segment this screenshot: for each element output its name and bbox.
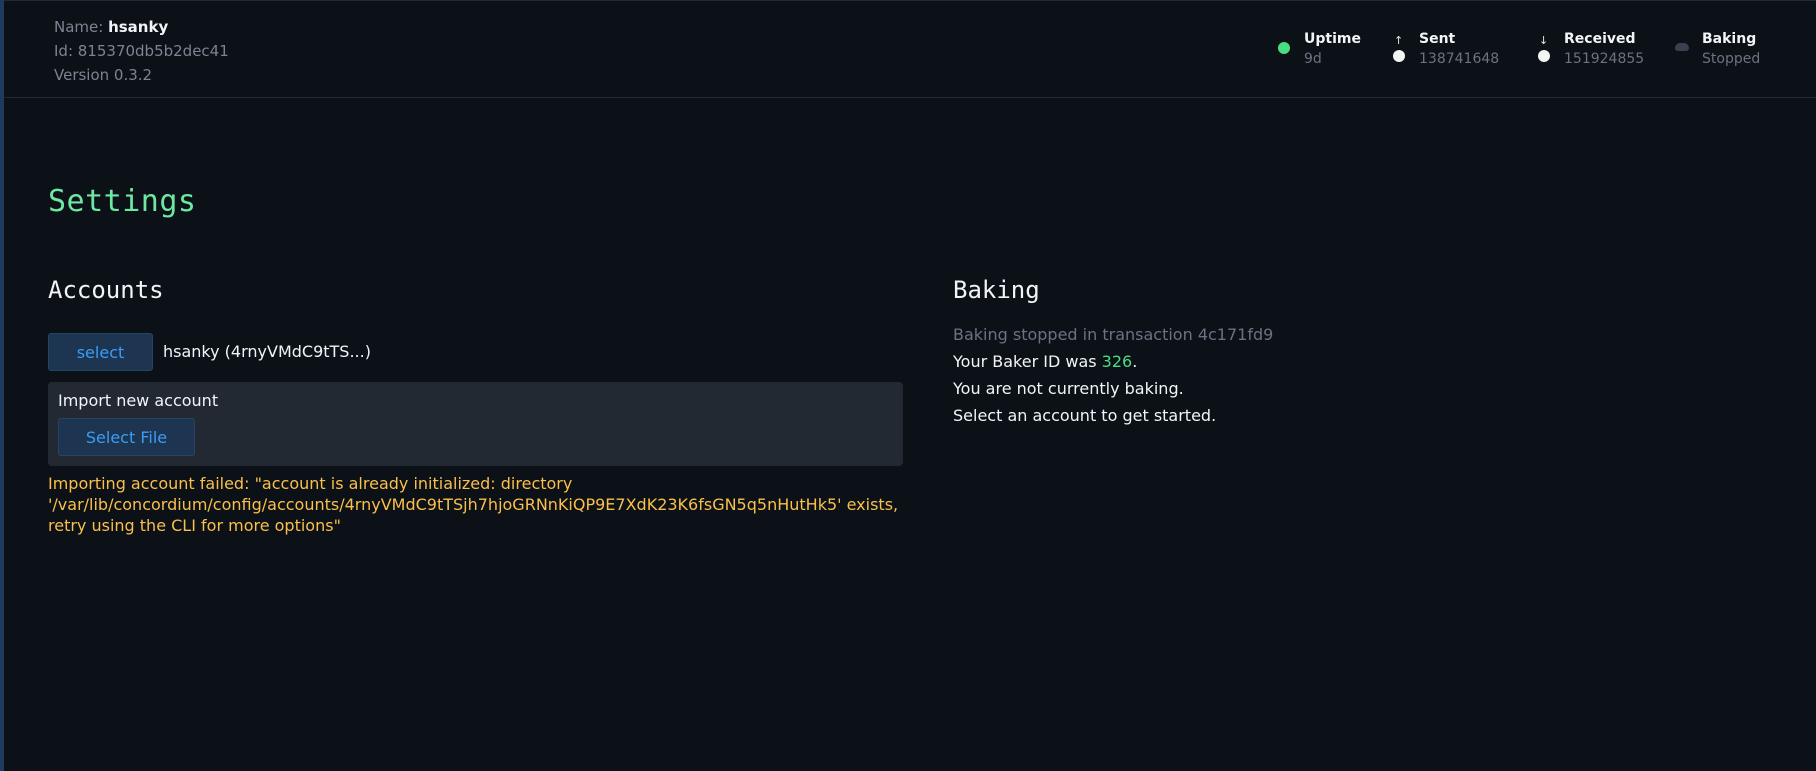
app-window: Name: hsanky Id: 815370db5b2dec41 Versio… [0, 0, 1816, 771]
baker-id-line: Your Baker ID was 326. [953, 348, 1273, 375]
stat-received-label: Received [1564, 31, 1636, 47]
baker-id-value: 326 [1101, 352, 1133, 371]
baking-info: Baking stopped in transaction 4c171fd9 Y… [953, 321, 1273, 429]
received-status-icon: ↓ [1536, 27, 1552, 67]
baker-id-suffix: . [1132, 352, 1138, 371]
node-name-label: Name: [54, 18, 109, 36]
baking-status-icon [1674, 27, 1690, 67]
node-version: Version 0.3.2 [54, 66, 153, 84]
node-stats: Uptime 9d ↑ Sent 138741648 ↓ Received 15 [1276, 27, 1796, 77]
import-account-title: Import new account [58, 391, 219, 410]
stat-sent-value: 138741648 [1419, 51, 1500, 67]
import-error-message: Importing account failed: "account is al… [48, 474, 899, 535]
cloud-icon [1675, 43, 1689, 51]
sent-dot-icon [1393, 50, 1405, 62]
node-header: Name: hsanky Id: 815370db5b2dec41 Versio… [4, 0, 1816, 98]
node-id: Id: 815370db5b2dec41 [54, 42, 229, 60]
arrow-up-icon: ↑ [1394, 34, 1404, 47]
stat-uptime-label: Uptime [1304, 31, 1361, 47]
baking-section-title: Baking [953, 276, 1040, 304]
green-status-dot-icon [1278, 42, 1290, 54]
stat-baking-label: Baking [1702, 31, 1757, 47]
stat-uptime-value: 9d [1304, 51, 1322, 67]
node-name-row: Name: hsanky [54, 15, 229, 39]
accounts-section-title: Accounts [48, 276, 164, 304]
import-account-panel: Import new account Select File [48, 382, 903, 466]
stat-received: ↓ Received 151924855 [1536, 27, 1666, 75]
stat-baking: Baking Stopped [1674, 27, 1784, 75]
stat-sent: ↑ Sent 138741648 [1391, 27, 1521, 75]
arrow-down-icon: ↓ [1539, 34, 1549, 47]
not-baking-text: You are not currently baking. [953, 379, 1184, 398]
stat-received-value: 151924855 [1564, 51, 1645, 67]
sent-status-icon: ↑ [1391, 27, 1407, 67]
select-file-button[interactable]: Select File [58, 418, 195, 456]
stat-sent-label: Sent [1419, 31, 1456, 47]
stat-baking-value: Stopped [1702, 51, 1761, 67]
page-title: Settings [48, 184, 197, 219]
node-info: Name: hsanky Id: 815370db5b2dec41 Versio… [54, 15, 229, 87]
get-started-text: Select an account to get started. [953, 406, 1217, 425]
selected-account-label: hsanky (4rnyVMdC9tTS...) [163, 342, 371, 361]
node-name-value: hsanky [108, 18, 169, 36]
select-account-button[interactable]: select [48, 333, 153, 371]
baker-id-prefix: Your Baker ID was [953, 352, 1102, 371]
baking-status-line: Baking stopped in transaction 4c171fd9 [953, 325, 1274, 344]
received-dot-icon [1538, 50, 1550, 62]
stat-uptime: Uptime 9d [1276, 27, 1376, 75]
uptime-status-icon [1276, 27, 1292, 67]
